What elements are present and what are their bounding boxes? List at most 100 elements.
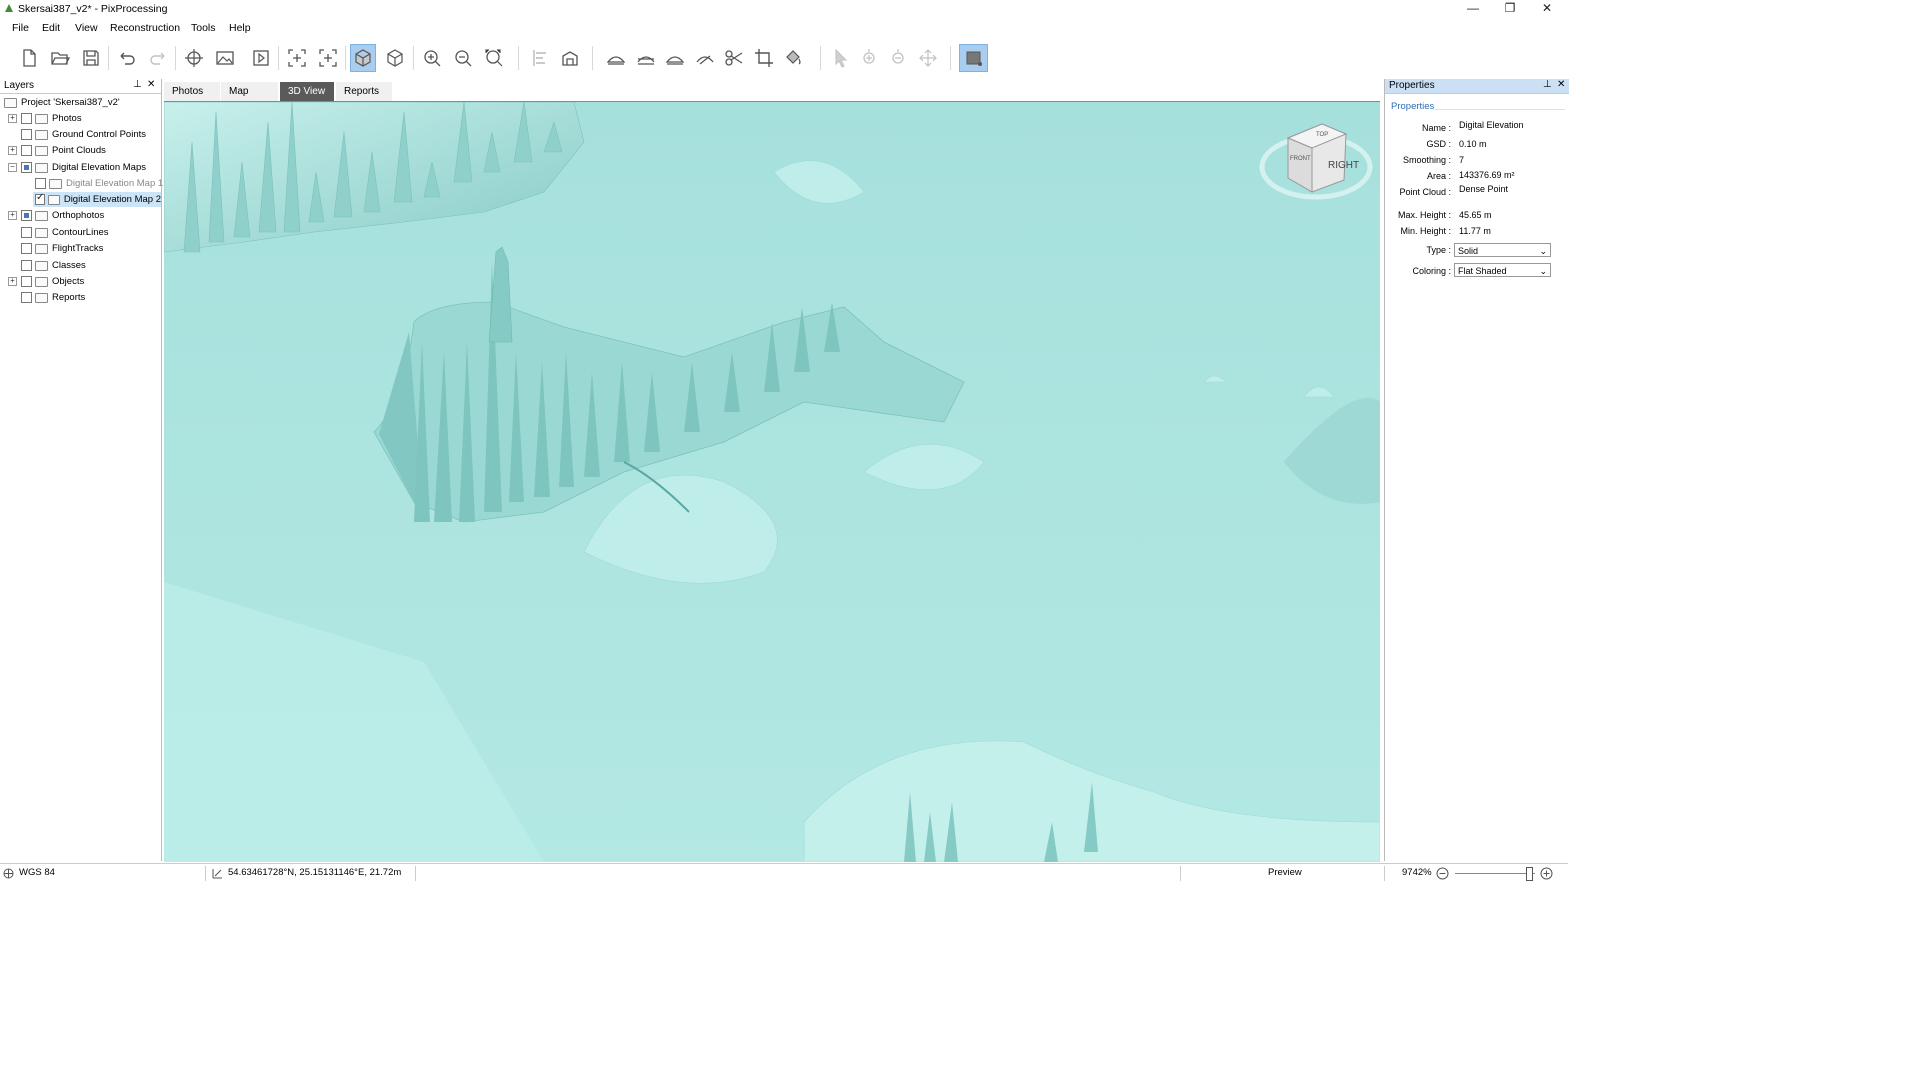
layer-item-photos[interactable]: + Photos <box>8 111 82 126</box>
prop-area-value: 143376.69 m² <box>1459 170 1515 180</box>
prop-name-label: Name : <box>1421 123 1451 133</box>
menu-help[interactable]: Help <box>229 22 251 34</box>
point-remove-icon[interactable] <box>885 44 911 72</box>
layer-checkbox[interactable] <box>21 260 32 271</box>
layer-checkbox[interactable] <box>21 129 32 140</box>
close-window-button[interactable]: ✕ <box>1529 0 1565 18</box>
expand-icon[interactable]: + <box>8 211 17 220</box>
undo-icon[interactable] <box>114 44 140 72</box>
open-folder-icon[interactable] <box>47 44 73 72</box>
folder-icon <box>4 97 17 108</box>
zoom-out-icon[interactable] <box>1436 867 1449 880</box>
crs-label: WGS 84 <box>19 867 55 878</box>
zoom-out-icon[interactable] <box>450 44 476 72</box>
layer-item-reports[interactable]: Reports <box>8 290 85 305</box>
layer-checkbox[interactable] <box>21 243 32 254</box>
view-cube-top-label[interactable]: TOP <box>1316 132 1328 138</box>
menu-view[interactable]: View <box>75 22 98 34</box>
layer-item-objects[interactable]: + Objects <box>8 274 84 289</box>
layer-item-classes[interactable]: Classes <box>8 258 86 273</box>
expand-icon[interactable]: + <box>8 114 17 123</box>
folder-icon <box>35 210 48 221</box>
close-properties-icon[interactable]: ✕ <box>1557 79 1565 90</box>
surface-3-icon[interactable] <box>662 44 688 72</box>
menu-tools[interactable]: Tools <box>191 22 216 34</box>
layer-item-contourlines[interactable]: ContourLines <box>8 225 109 240</box>
tab-3d-view[interactable]: 3D View <box>280 82 334 101</box>
layer-checkbox[interactable] <box>21 227 32 238</box>
view-cube-right-label[interactable]: RIGHT <box>1328 160 1359 171</box>
zoom-in-icon[interactable] <box>419 44 445 72</box>
layer-item-point-clouds[interactable]: + Point Clouds <box>8 143 106 158</box>
expand-icon[interactable]: + <box>8 146 17 155</box>
fill-icon[interactable] <box>780 44 806 72</box>
layer-item-dem-1[interactable]: Digital Elevation Map 1 <box>35 176 163 191</box>
surface-2-icon[interactable] <box>633 44 659 72</box>
maximize-button[interactable]: ❐ <box>1492 0 1528 18</box>
volume-icon[interactable] <box>557 44 583 72</box>
crop-icon[interactable] <box>751 44 777 72</box>
menu-reconstruction[interactable]: Reconstruction <box>110 22 180 34</box>
layer-checkbox[interactable] <box>21 276 32 287</box>
pointer-icon[interactable] <box>828 44 854 72</box>
zoom-slider-track[interactable] <box>1455 873 1535 874</box>
prop-smoothing-value: 7 <box>1459 155 1465 165</box>
save-icon[interactable] <box>78 44 104 72</box>
scissors-icon[interactable] <box>721 44 747 72</box>
pin-icon[interactable]: ⊥ <box>133 79 142 90</box>
3d-solid-icon[interactable] <box>350 44 376 72</box>
select-remove-icon[interactable] <box>315 44 341 72</box>
3d-viewport[interactable]: RIGHT TOP FRONT <box>164 101 1380 862</box>
layer-item-orthophotos[interactable]: + Orthophotos <box>8 208 104 223</box>
folder-icon <box>35 227 48 238</box>
layer-checkbox[interactable] <box>21 113 32 124</box>
layer-label: Point Clouds <box>52 145 106 156</box>
gcp-target-icon[interactable] <box>181 44 207 72</box>
layer-item-dem-2[interactable]: Digital Elevation Map 2 <box>33 192 161 207</box>
surface-4-icon[interactable] <box>692 44 718 72</box>
close-layers-icon[interactable]: ✕ <box>147 79 155 90</box>
redo-icon[interactable] <box>145 44 171 72</box>
layer-item-dem[interactable]: − Digital Elevation Maps <box>8 160 146 175</box>
type-select[interactable]: Solid ⌄ <box>1454 243 1551 257</box>
select-add-icon[interactable] <box>284 44 310 72</box>
project-node[interactable]: Project 'Skersai387_v2' <box>4 95 120 110</box>
tab-photos[interactable]: Photos <box>164 82 220 101</box>
zoom-in-icon[interactable] <box>1540 867 1553 880</box>
zoom-fit-icon[interactable] <box>481 44 507 72</box>
coloring-select[interactable]: Flat Shaded ⌄ <box>1454 263 1551 277</box>
3d-wireframe-icon[interactable] <box>382 44 408 72</box>
layer-checkbox[interactable] <box>35 178 46 189</box>
tab-reports[interactable]: Reports <box>336 82 392 101</box>
surface-1-icon[interactable] <box>603 44 629 72</box>
layer-checkbox[interactable] <box>35 192 46 205</box>
point-move-icon[interactable] <box>915 44 941 72</box>
new-file-icon[interactable] <box>16 44 42 72</box>
layer-checkbox[interactable] <box>21 162 32 173</box>
prop-pointcloud-value: Dense Point <box>1459 184 1509 194</box>
layer-checkbox[interactable] <box>21 210 32 221</box>
minimize-button[interactable]: — <box>1455 0 1491 18</box>
properties-panel-header: Properties ⊥ ✕ <box>1385 79 1569 94</box>
play-icon[interactable] <box>248 44 274 72</box>
render-toggle-icon[interactable] <box>959 44 988 72</box>
align-icon[interactable] <box>527 44 553 72</box>
pin-icon[interactable]: ⊥ <box>1543 79 1552 90</box>
tab-map[interactable]: Map <box>221 82 278 101</box>
collapse-icon[interactable]: − <box>8 163 17 172</box>
expand-icon[interactable]: + <box>8 277 17 286</box>
render-mode-label: Preview <box>1268 867 1302 878</box>
zoom-slider-handle[interactable] <box>1526 867 1533 881</box>
layer-label: ContourLines <box>52 227 109 238</box>
menu-edit[interactable]: Edit <box>42 22 60 34</box>
menu-file[interactable]: File <box>12 22 29 34</box>
view-cube-front-label[interactable]: FRONT <box>1290 156 1311 162</box>
layer-checkbox[interactable] <box>21 292 32 303</box>
folder-icon <box>35 113 48 124</box>
photo-icon[interactable] <box>212 44 238 72</box>
layer-checkbox[interactable] <box>21 145 32 156</box>
point-add-icon[interactable] <box>856 44 882 72</box>
layer-item-flighttracks[interactable]: FlightTracks <box>8 241 103 256</box>
prop-smoothing-label: Smoothing : <box>1402 155 1451 165</box>
layer-item-gcp[interactable]: Ground Control Points <box>8 127 146 142</box>
